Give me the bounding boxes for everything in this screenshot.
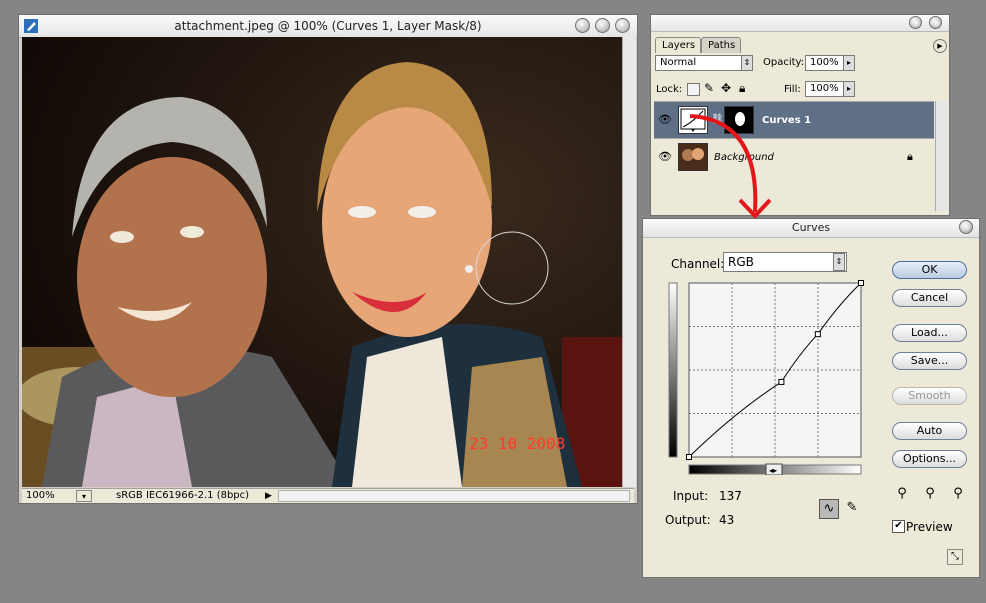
curves-titlebar[interactable]: Curves (643, 219, 979, 238)
curve-point-tool-icon[interactable]: ∿ (819, 499, 839, 519)
cancel-button[interactable]: Cancel (892, 289, 967, 307)
opacity-value: 100% (810, 57, 839, 68)
channel-value: RGB (728, 255, 754, 269)
layer-row-background[interactable]: 👁︎ Background 🔒︎ (654, 138, 934, 175)
document-titlebar[interactable]: attachment.jpeg @ 100% (Curves 1, Layer … (19, 15, 637, 38)
curve-control-point[interactable] (686, 454, 692, 460)
color-profile: sRGB IEC61966-2.1 (8bpc) (116, 490, 250, 501)
fill-arrow-icon[interactable]: ▸ (843, 81, 855, 97)
channel-select[interactable]: RGB (723, 252, 847, 272)
layers-titlebar[interactable] (651, 15, 949, 32)
blend-mode-dropdown-icon[interactable]: ⇕ (741, 55, 753, 71)
curves-adjustment-icon[interactable] (678, 106, 708, 134)
layers-close-button[interactable] (929, 16, 942, 29)
curve-control-point[interactable] (858, 280, 864, 286)
fill-label: Fill: (784, 84, 801, 95)
pencil-tool-icon[interactable]: ✎ (843, 499, 861, 517)
channel-label: Channel: (671, 257, 725, 271)
status-menu-icon[interactable]: ▾ (76, 490, 92, 502)
input-value[interactable]: 137 (719, 489, 742, 503)
channel-dropdown-icon[interactable]: ⇕ (833, 253, 845, 271)
vertical-scrollbar[interactable] (622, 37, 636, 487)
horizontal-scrollbar[interactable] (278, 490, 630, 502)
document-title: attachment.jpeg @ 100% (Curves 1, Layer … (174, 19, 482, 33)
output-value[interactable]: 43 (719, 513, 734, 527)
minimize-button[interactable] (575, 18, 590, 33)
status-arrow-icon[interactable]: ▶ (265, 490, 272, 502)
output-gradient-bar (668, 282, 678, 458)
mask-link-icon[interactable]: ⛓︎ (711, 114, 724, 125)
tab-layers[interactable]: Layers (655, 37, 701, 53)
lock-all-icon[interactable]: 🔒︎ (739, 81, 745, 96)
layer-lock-icon: 🔒︎ (907, 150, 913, 163)
lock-move-icon[interactable]: ✥ (721, 81, 731, 95)
ok-button[interactable]: OK (892, 261, 967, 279)
photo-canvas[interactable]: 23 10 2008 (22, 37, 622, 487)
layer-mask-thumbnail[interactable] (724, 106, 754, 134)
layers-scrollbar[interactable] (935, 101, 948, 211)
expand-dialog-icon[interactable]: ⤡ (947, 549, 963, 565)
layers-panel: Layers Paths ▶ Normal ⇕ Opacity: 100% ▸ … (650, 14, 950, 216)
fill-field[interactable]: 100% (805, 81, 845, 97)
lock-label: Lock: (656, 84, 683, 95)
layer-name: Curves 1 (762, 115, 812, 126)
opacity-arrow-icon[interactable]: ▸ (843, 55, 855, 71)
visibility-eye-icon[interactable]: 👁︎ (658, 151, 672, 163)
white-eyedropper-icon[interactable]: ⚲ (949, 485, 967, 503)
curves-graph[interactable]: ◂▸ (665, 279, 865, 475)
options-button[interactable]: Options... (892, 450, 967, 468)
lock-brush-icon[interactable]: ✎ (704, 81, 714, 95)
layer-name: Background (714, 152, 774, 163)
maximize-button[interactable] (595, 18, 610, 33)
layer-row-curves[interactable]: 👁︎ ⛓︎ Curves 1 (654, 101, 934, 138)
gray-eyedropper-icon[interactable]: ⚲ (921, 485, 939, 503)
black-eyedropper-icon[interactable]: ⚲ (893, 485, 911, 503)
curve-control-point[interactable] (778, 378, 785, 385)
blend-mode-value: Normal (660, 57, 697, 68)
lock-transparency-icon[interactable] (687, 83, 700, 96)
load-button[interactable]: Load... (892, 324, 967, 342)
tab-paths[interactable]: Paths (701, 37, 741, 53)
document-window: attachment.jpeg @ 100% (Curves 1, Layer … (18, 14, 638, 504)
date-stamp: 23 10 2008 (469, 434, 565, 453)
save-button[interactable]: Save... (892, 352, 967, 370)
curves-dialog: Curves Channel: RGB ⇕ ◂▸ Input: 137 Outp… (642, 218, 980, 578)
curve-control-point[interactable] (814, 331, 821, 338)
auto-button[interactable]: Auto (892, 422, 967, 440)
background-layer-thumbnail[interactable] (678, 143, 708, 171)
output-label: Output: (665, 513, 711, 527)
panel-menu-icon[interactable]: ▶ (933, 39, 947, 53)
preview-checkbox[interactable]: ✔ (892, 520, 905, 533)
curves-close-button[interactable] (959, 220, 973, 234)
close-button[interactable] (615, 18, 630, 33)
opacity-label: Opacity: (763, 57, 805, 68)
smooth-button[interactable]: Smooth (892, 387, 967, 405)
fill-value: 100% (810, 83, 839, 94)
zoom-level[interactable]: 100% (26, 490, 55, 502)
preview-label: Preview (906, 520, 953, 534)
blend-mode-select[interactable]: Normal (655, 55, 753, 71)
svg-text:◂▸: ◂▸ (769, 466, 777, 475)
layers-minimize-button[interactable] (909, 16, 922, 29)
document-statusbar: 100% ▾ sRGB IEC61966-2.1 (8bpc) ▶ (22, 488, 634, 503)
visibility-eye-icon[interactable]: 👁︎ (658, 114, 672, 126)
opacity-field[interactable]: 100% (805, 55, 845, 71)
input-label: Input: (673, 489, 709, 503)
curves-title: Curves (791, 221, 831, 234)
